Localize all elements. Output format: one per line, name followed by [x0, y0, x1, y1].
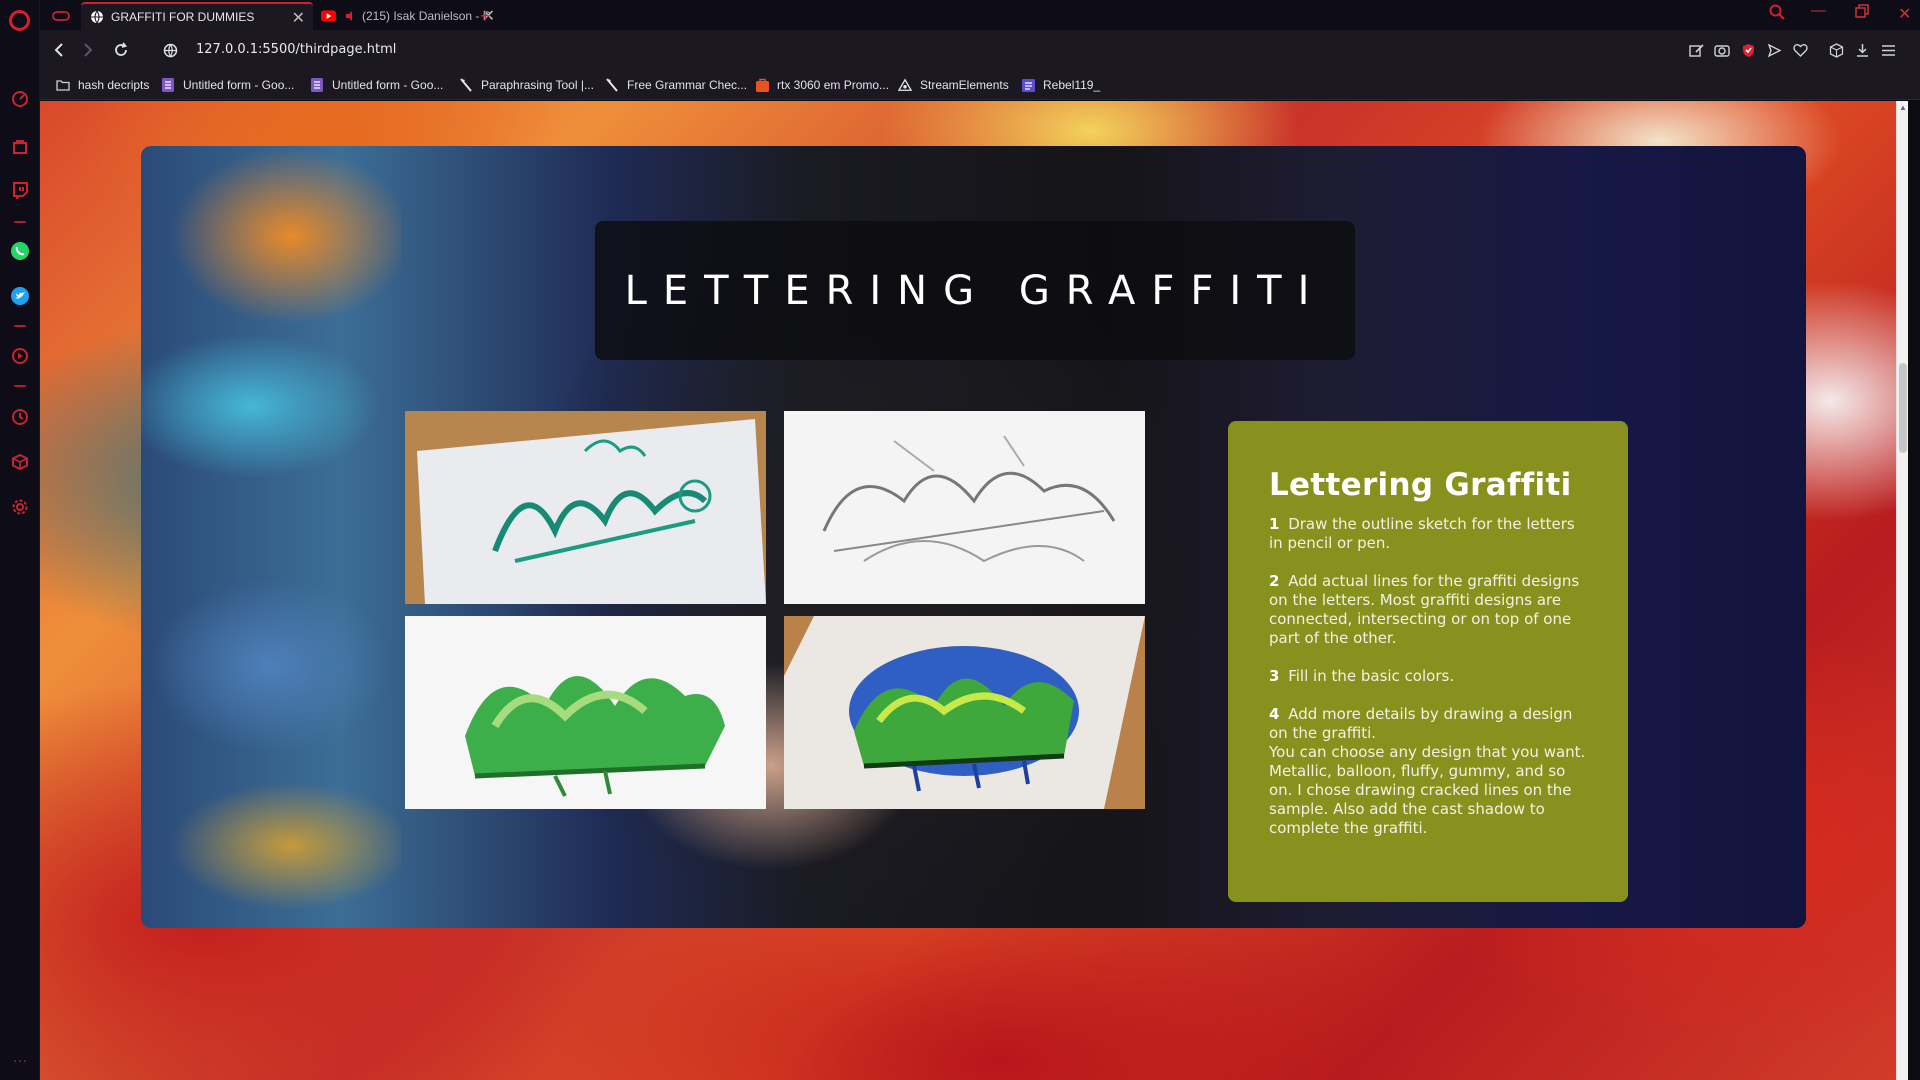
step-number: 3	[1269, 667, 1280, 685]
step-number: 4	[1269, 705, 1280, 723]
bookmark-label: StreamElements	[920, 78, 1009, 92]
sidebar-separator	[14, 221, 26, 223]
extensions-cube-icon[interactable]	[10, 452, 30, 472]
shopping-bag-icon[interactable]	[10, 136, 30, 156]
image-gallery	[405, 411, 1145, 809]
info-heading: Lettering Graffiti	[1269, 467, 1572, 503]
heart-icon[interactable]	[1790, 40, 1810, 60]
tab-title: GRAFFITI FOR DUMMIES	[111, 10, 255, 24]
streamelements-icon	[898, 78, 912, 92]
twitch-icon[interactable]	[10, 180, 30, 200]
close-tab-icon[interactable]: ✕	[292, 8, 305, 28]
url-field[interactable]: 127.0.0.1:5500/thirdpage.html	[196, 42, 396, 57]
settings-gear-icon[interactable]	[10, 497, 30, 517]
content-card: LETTERING GRAFFITI Lettering Graffiti 1 …	[141, 146, 1806, 928]
speaker-icon[interactable]	[343, 9, 358, 24]
download-icon[interactable]	[1852, 40, 1872, 60]
minimize-icon[interactable]: —	[1811, 2, 1826, 19]
more-options-icon[interactable]: ···	[10, 1050, 30, 1070]
bookmark-label: Paraphrasing Tool |...	[481, 78, 594, 92]
background-art	[141, 146, 401, 928]
quill-icon	[459, 78, 473, 92]
title-panel: LETTERING GRAFFITI	[595, 221, 1355, 360]
whatsapp-icon[interactable]	[10, 241, 30, 261]
step-number: 1	[1269, 515, 1280, 533]
tab-title: (215) Isak Danielson - P	[362, 9, 491, 23]
bookmark-free-grammar-checker[interactable]: Free Grammar Chec...	[605, 76, 747, 94]
gallery-image-teal-sketch	[405, 411, 766, 604]
step-number: 2	[1269, 572, 1280, 590]
extensions-box-icon[interactable]	[1826, 40, 1846, 60]
back-button[interactable]	[48, 39, 70, 61]
new-tab-button[interactable]: +	[476, 2, 506, 30]
page-scrollbar[interactable]: ▲	[1896, 101, 1908, 1080]
address-bar-row: 127.0.0.1:5500/thirdpage.html	[40, 30, 1920, 70]
google-forms-icon	[161, 78, 175, 92]
bookmark-hash-decripts[interactable]: hash decripts	[56, 76, 149, 94]
camera-snapshot-icon[interactable]	[1712, 40, 1732, 60]
step-extra-text: You can choose any design that you want.…	[1269, 743, 1586, 837]
sidebar-separator	[14, 385, 26, 387]
bookmarks-bar: hash decripts Untitled form - Goo... Unt…	[40, 70, 1920, 100]
opera-logo-icon[interactable]	[9, 10, 30, 31]
bookmark-label: Free Grammar Chec...	[627, 78, 748, 92]
bookmark-paraphrasing-tool[interactable]: Paraphrasing Tool |...	[459, 76, 594, 94]
game-controller-icon[interactable]	[42, 2, 78, 30]
reload-button[interactable]	[110, 39, 132, 61]
scroll-up-arrow-icon[interactable]: ▲	[1899, 103, 1907, 112]
youtube-icon	[321, 9, 336, 24]
page-title: LETTERING GRAFFITI	[624, 267, 1326, 314]
browser-sidebar: ···	[0, 0, 40, 1080]
step-3: 3 Fill in the basic colors.	[1269, 667, 1588, 686]
tab-graffiti-for-dummies[interactable]: GRAFFITI FOR DUMMIES ✕	[81, 2, 313, 30]
shop-icon	[755, 78, 769, 92]
site-info-globe-icon[interactable]	[159, 39, 181, 61]
forward-button[interactable]	[77, 39, 99, 61]
gallery-image-pencil-sketch	[784, 411, 1145, 604]
step-4: 4 Add more details by drawing a design o…	[1269, 705, 1588, 838]
twitter-icon[interactable]	[10, 286, 30, 306]
step-text: Fill in the basic colors.	[1288, 667, 1455, 685]
bookmark-label: rtx 3060 em Promo...	[777, 78, 890, 92]
bookmark-untitled-form-2[interactable]: Untitled form - Goo...	[310, 76, 443, 94]
tab-bar: GRAFFITI FOR DUMMIES ✕ (215) Isak Daniel…	[40, 0, 1920, 30]
bookmark-label: Untitled form - Goo...	[332, 78, 444, 92]
page-viewport: LETTERING GRAFFITI Lettering Graffiti 1 …	[40, 101, 1908, 1080]
sidebar-separator	[14, 325, 26, 327]
bookmark-untitled-form-1[interactable]: Untitled form - Goo...	[161, 76, 294, 94]
globe-icon	[89, 10, 104, 25]
player-icon[interactable]	[10, 346, 30, 366]
close-window-icon[interactable]: ✕	[1898, 4, 1911, 24]
bookmark-label: Untitled form - Goo...	[183, 78, 295, 92]
bookmark-streamelements[interactable]: StreamElements	[898, 76, 1009, 94]
quill-icon	[605, 78, 619, 92]
speed-dial-icon[interactable]	[10, 89, 30, 109]
step-text: Add actual lines for the graffiti design…	[1269, 572, 1580, 647]
gallery-image-green-letters	[405, 616, 766, 809]
info-panel: Lettering Graffiti 1 Draw the outline sk…	[1228, 421, 1628, 902]
folder-icon	[56, 78, 70, 92]
bookmark-label: Rebel119_	[1043, 78, 1101, 92]
tab-youtube[interactable]: (215) Isak Danielson - P ✕	[313, 2, 503, 30]
search-tabs-icon[interactable]	[1769, 4, 1785, 24]
easy-setup-menu-icon[interactable]	[1878, 40, 1898, 60]
step-2: 2 Add actual lines for the graffiti desi…	[1269, 572, 1588, 648]
step-1: 1 Draw the outline sketch for the letter…	[1269, 515, 1588, 553]
bookmark-rtx-3060-promo[interactable]: rtx 3060 em Promo...	[755, 76, 889, 94]
edit-icon[interactable]	[1686, 40, 1706, 60]
step-text: Add more details by drawing a design on …	[1269, 705, 1573, 742]
bookmark-rebel119[interactable]: Rebel119_	[1021, 76, 1100, 94]
gallery-image-detailed-piece	[784, 616, 1145, 809]
google-forms-icon	[310, 78, 324, 92]
send-icon[interactable]	[1764, 40, 1784, 60]
adblock-shield-icon[interactable]	[1738, 40, 1758, 60]
history-clock-icon[interactable]	[10, 407, 30, 427]
scroll-thumb[interactable]	[1899, 363, 1907, 453]
step-text: Draw the outline sketch for the letters …	[1269, 515, 1575, 552]
bookmark-page-icon	[1021, 78, 1035, 92]
bookmark-label: hash decripts	[78, 78, 150, 92]
restore-icon[interactable]	[1855, 4, 1869, 22]
